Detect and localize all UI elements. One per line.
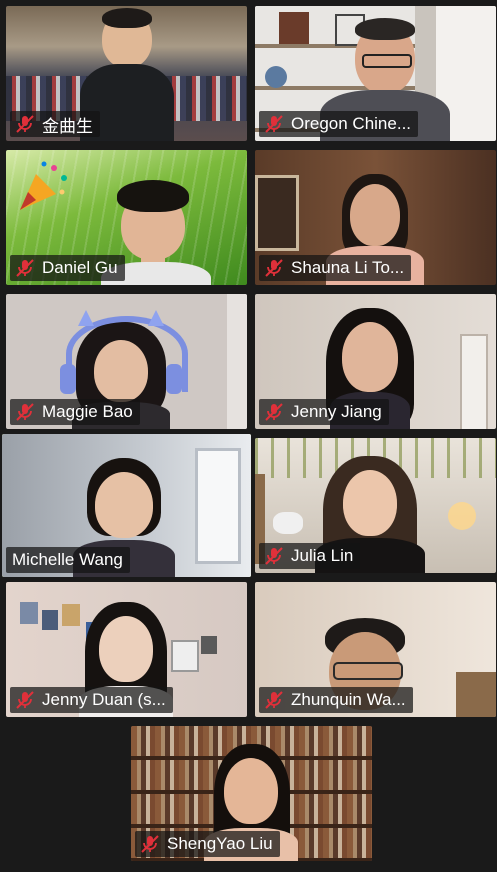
video-tile-8[interactable]: Jenny Duan (s... <box>6 582 247 717</box>
mic-muted-icon <box>265 691 283 709</box>
video-tile-6[interactable]: Michelle Wang <box>2 434 251 577</box>
video-tile-1[interactable]: Oregon Chine... <box>255 6 496 141</box>
mic-muted-icon <box>265 403 283 421</box>
video-tile-9[interactable]: Zhunquin Wa... <box>255 582 496 717</box>
participant-nameplate: 金曲生 <box>10 111 100 137</box>
participant-name: 金曲生 <box>42 116 93 136</box>
participant-nameplate: Jenny Duan (s... <box>10 687 173 713</box>
participant-nameplate: Jenny Jiang <box>259 399 389 425</box>
mic-muted-icon <box>16 259 34 277</box>
video-tile-5[interactable]: Jenny Jiang <box>255 294 496 429</box>
video-gallery: { "participants": [ {"name": "金曲生", "mut… <box>0 0 497 872</box>
participant-name: Maggie Bao <box>42 402 133 421</box>
mic-muted-icon <box>16 691 34 709</box>
video-tile-4[interactable]: Maggie Bao <box>6 294 247 429</box>
participant-name: ShengYao Liu <box>167 834 273 853</box>
mic-muted-icon <box>265 547 283 565</box>
participant-name: Shauna Li To... <box>291 258 405 277</box>
mic-muted-icon <box>16 115 34 133</box>
participant-nameplate: Daniel Gu <box>10 255 125 281</box>
participant-name: Oregon Chine... <box>291 114 412 133</box>
mic-muted-icon <box>265 259 283 277</box>
mic-muted-icon <box>265 115 283 133</box>
participant-name: Julia Lin <box>291 546 354 565</box>
video-tile-0[interactable]: 金曲生 <box>6 6 247 141</box>
participant-nameplate: Zhunquin Wa... <box>259 687 413 713</box>
participant-name: Jenny Jiang <box>291 402 382 421</box>
mic-muted-icon <box>16 403 34 421</box>
participant-nameplate: Oregon Chine... <box>259 111 419 137</box>
participant-nameplate: Shauna Li To... <box>259 255 412 281</box>
participant-name: Zhunquin Wa... <box>291 690 406 709</box>
mic-muted-icon <box>141 835 159 853</box>
participant-name: Daniel Gu <box>42 258 118 277</box>
video-tile-10[interactable]: ShengYao Liu <box>131 726 372 861</box>
participant-nameplate: ShengYao Liu <box>135 831 280 857</box>
video-tile-7[interactable]: Julia Lin <box>255 438 496 573</box>
participant-name: Michelle Wang <box>12 550 123 569</box>
participant-nameplate: Michelle Wang <box>6 547 130 573</box>
video-tile-3[interactable]: Shauna Li To... <box>255 150 496 285</box>
video-tile-2[interactable]: Daniel Gu <box>6 150 247 285</box>
participant-name: Jenny Duan (s... <box>42 690 166 709</box>
participant-nameplate: Julia Lin <box>259 543 361 569</box>
party-popper-icon <box>20 161 67 210</box>
participant-nameplate: Maggie Bao <box>10 399 140 425</box>
